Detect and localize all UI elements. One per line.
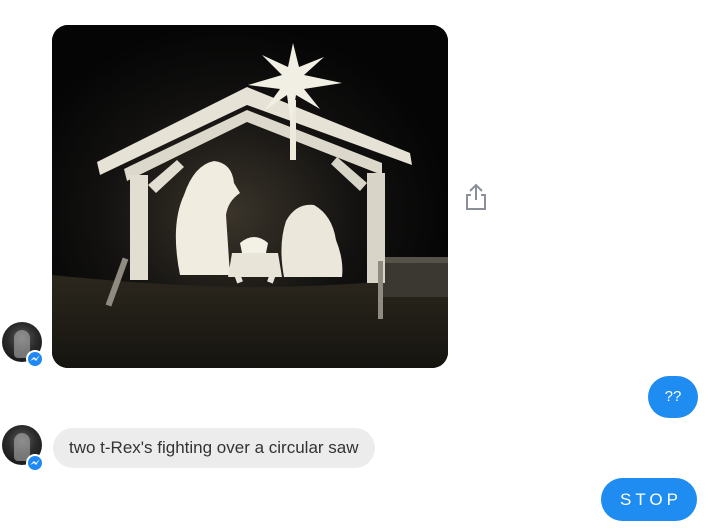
messenger-badge-icon [26,454,44,472]
nativity-scene-image [52,25,448,368]
outgoing-message-stop[interactable]: STOP [601,478,697,521]
outgoing-message-question[interactable]: ?? [648,376,698,418]
messenger-badge-icon [26,350,44,368]
share-icon[interactable] [462,182,490,212]
photo-message[interactable] [52,25,448,368]
message-thread: ?? two t-Rex's fighting over a circular … [0,0,714,532]
incoming-message[interactable]: two t-Rex's fighting over a circular saw [53,428,375,468]
